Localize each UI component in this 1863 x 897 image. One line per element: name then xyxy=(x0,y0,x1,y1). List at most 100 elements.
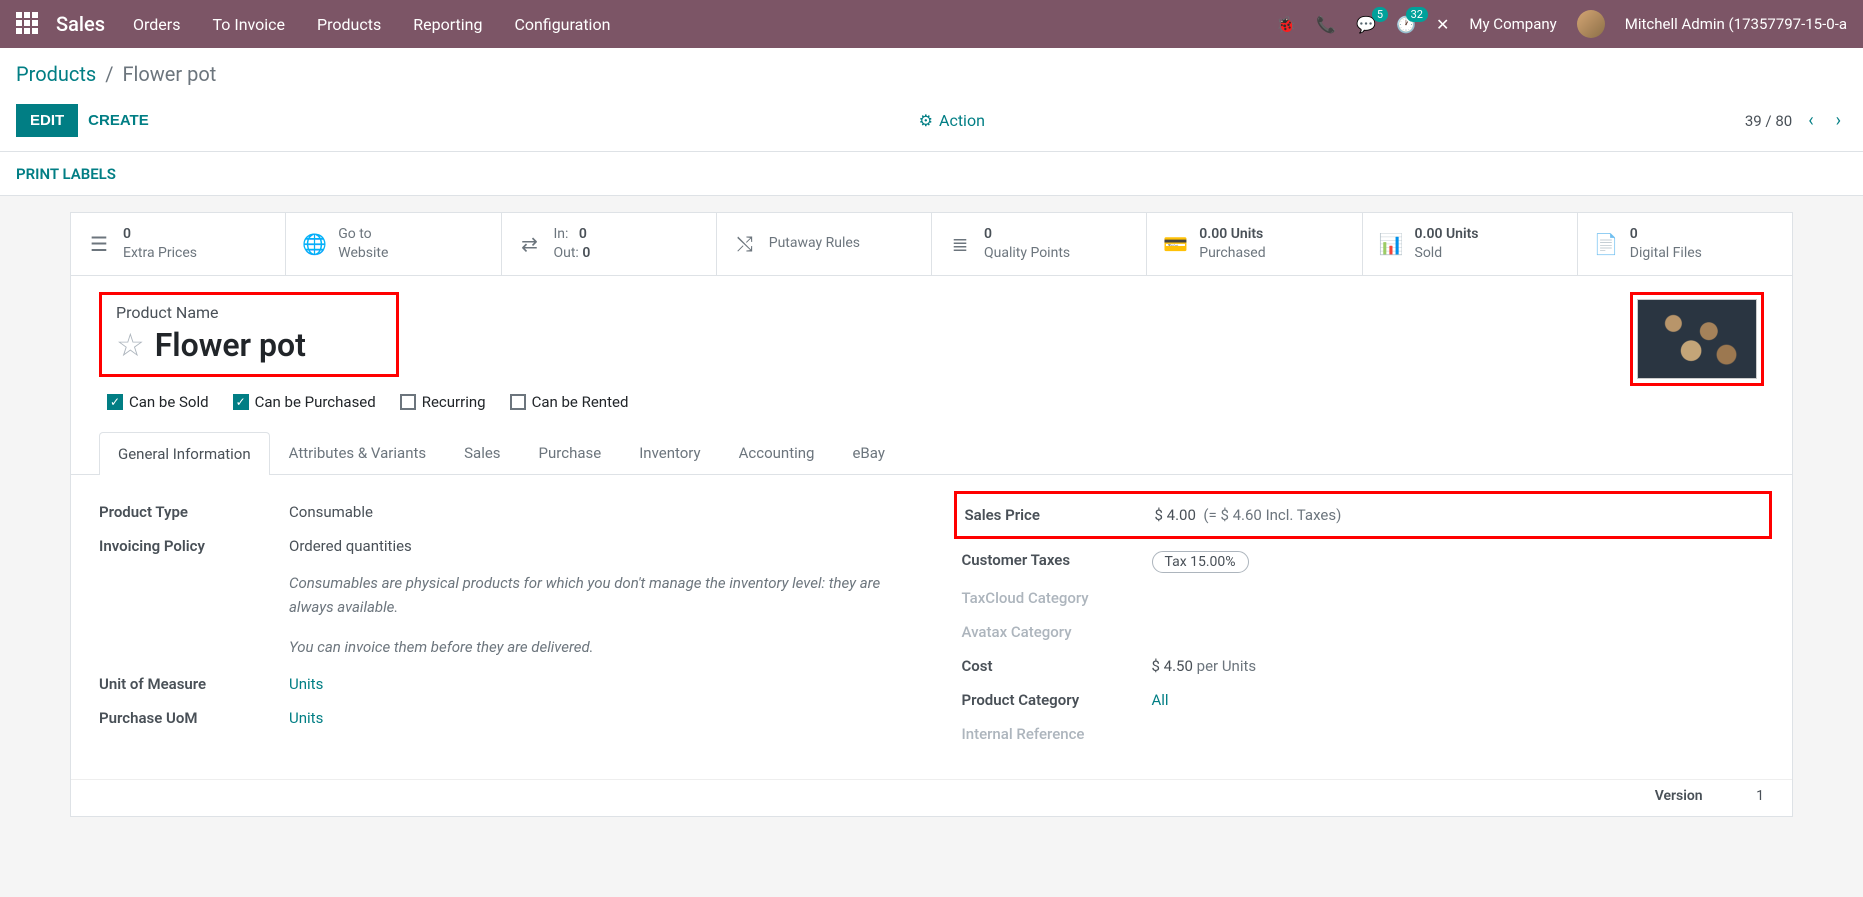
phone-icon[interactable]: 📞 xyxy=(1316,15,1336,34)
form-right: Sales Price $ 4.00 (= $ 4.60 Incl. Taxes… xyxy=(962,495,1765,751)
activity-icon[interactable]: 🕐32 xyxy=(1396,15,1416,34)
top-nav: Sales Orders To Invoice Products Reporti… xyxy=(0,0,1863,48)
breadcrumb-sep: / xyxy=(105,62,113,86)
bug-icon[interactable]: 🐞 xyxy=(1276,15,1296,34)
check-can-be-rented[interactable]: Can be Rented xyxy=(510,393,629,411)
checkbox-off-icon xyxy=(510,394,526,410)
version-value: 1 xyxy=(1756,788,1764,804)
menu-reporting[interactable]: Reporting xyxy=(413,15,482,34)
company-selector[interactable]: My Company xyxy=(1469,15,1556,33)
checkbox-off-icon xyxy=(400,394,416,410)
form-left: Product Type Consumable Invoicing Policy… xyxy=(99,495,902,751)
activity-badge: 32 xyxy=(1406,7,1428,22)
product-card: ☰ 0Extra Prices 🌐 Go toWebsite ⇄ In: 0Ou… xyxy=(70,212,1793,817)
breadcrumb-parent[interactable]: Products xyxy=(16,62,96,86)
product-name-label: Product Name xyxy=(116,303,382,322)
help-consumables-1: Consumables are physical products for wh… xyxy=(99,563,902,627)
create-button[interactable]: CREATE xyxy=(78,104,159,137)
field-uom: Unit of Measure Units xyxy=(99,667,902,701)
shuffle-icon: ⤭ xyxy=(733,232,757,256)
main-menu: Orders To Invoice Products Reporting Con… xyxy=(133,15,1276,34)
avatar[interactable] xyxy=(1577,10,1605,38)
apps-icon[interactable] xyxy=(16,12,40,36)
pager-prev[interactable]: ‹ xyxy=(1802,110,1819,131)
tax-pill[interactable]: Tax 15.00% xyxy=(1152,551,1249,573)
tab-sales[interactable]: Sales xyxy=(445,431,519,474)
pager: 39 / 80 ‹ › xyxy=(1745,110,1847,131)
pager-text: 39 / 80 xyxy=(1745,112,1792,130)
edit-button[interactable]: EDIT xyxy=(16,104,78,137)
product-header: Product Name ☆ Flower pot xyxy=(71,276,1792,377)
breadcrumb-row: Products / Flower pot xyxy=(0,48,1863,94)
field-avatax-category: Avatax Category xyxy=(962,615,1765,649)
field-product-category: Product Category All xyxy=(962,683,1765,717)
help-consumables-2: You can invoice them before they are del… xyxy=(99,627,902,667)
list-icon: ☰ xyxy=(87,232,111,256)
product-image[interactable] xyxy=(1637,299,1757,379)
favorite-star-icon[interactable]: ☆ xyxy=(116,326,145,364)
stat-sold[interactable]: 📊 0.00 UnitsSold xyxy=(1363,213,1578,275)
breadcrumb-current: Flower pot xyxy=(122,62,216,86)
menu-products[interactable]: Products xyxy=(317,15,381,34)
pager-next[interactable]: › xyxy=(1830,110,1847,131)
menu-configuration[interactable]: Configuration xyxy=(514,15,610,34)
messages-badge: 5 xyxy=(1372,7,1388,22)
checkbox-on-icon: ✓ xyxy=(107,394,123,410)
stat-purchased[interactable]: 💳 0.00 UnitsPurchased xyxy=(1147,213,1362,275)
card-icon: 💳 xyxy=(1163,232,1187,256)
stat-extra-prices[interactable]: ☰ 0Extra Prices xyxy=(71,213,286,275)
sales-price-highlight: Sales Price $ 4.00 (= $ 4.60 Incl. Taxes… xyxy=(954,491,1773,539)
tab-ebay[interactable]: eBay xyxy=(833,431,903,474)
field-cost: Cost $ 4.50 per Units xyxy=(962,649,1765,683)
tab-general-information[interactable]: General Information xyxy=(99,432,270,475)
tab-attributes-variants[interactable]: Attributes & Variants xyxy=(270,431,445,474)
menu-to-invoice[interactable]: To Invoice xyxy=(212,15,285,34)
topnav-right: 🐞 📞 💬5 🕐32 ✕ My Company Mitchell Admin (… xyxy=(1276,10,1847,38)
stat-digital-files[interactable]: 📄 0Digital Files xyxy=(1578,213,1792,275)
bars-icon: 📊 xyxy=(1379,232,1403,256)
app-brand[interactable]: Sales xyxy=(56,12,105,36)
exchange-icon: ⇄ xyxy=(518,232,542,256)
breadcrumb: Products / Flower pot xyxy=(16,62,1847,86)
field-product-type: Product Type Consumable xyxy=(99,495,902,529)
print-labels-button[interactable]: PRINT LABELS xyxy=(16,165,116,183)
menu-orders[interactable]: Orders xyxy=(133,15,180,34)
stat-putaway[interactable]: ⤭ Putaway Rules xyxy=(717,213,932,275)
field-taxcloud-category: TaxCloud Category xyxy=(962,581,1765,615)
check-can-be-sold[interactable]: ✓Can be Sold xyxy=(107,393,209,411)
stat-row: ☰ 0Extra Prices 🌐 Go toWebsite ⇄ In: 0Ou… xyxy=(71,213,1792,276)
action-row: EDIT CREATE ⚙ Action 39 / 80 ‹ › xyxy=(0,94,1863,152)
action-dropdown[interactable]: ⚙ Action xyxy=(159,111,1745,130)
version-label: Version xyxy=(1655,788,1703,804)
field-invoicing-policy: Invoicing Policy Ordered quantities xyxy=(99,529,902,563)
form: Product Type Consumable Invoicing Policy… xyxy=(71,475,1792,779)
version-row: Version 1 xyxy=(71,779,1792,816)
checkbox-on-icon: ✓ xyxy=(233,394,249,410)
stat-in-out[interactable]: ⇄ In: 0Out: 0 xyxy=(502,213,717,275)
check-recurring[interactable]: Recurring xyxy=(400,393,486,411)
print-row: PRINT LABELS xyxy=(0,152,1863,196)
content: ☰ 0Extra Prices 🌐 Go toWebsite ⇄ In: 0Ou… xyxy=(0,196,1863,857)
tab-inventory[interactable]: Inventory xyxy=(620,431,719,474)
globe-icon: 🌐 xyxy=(302,232,326,256)
tools-icon[interactable]: ✕ xyxy=(1436,15,1449,34)
list2-icon: ≣ xyxy=(948,232,972,256)
stat-website[interactable]: 🌐 Go toWebsite xyxy=(286,213,501,275)
action-label: Action xyxy=(939,111,985,130)
check-can-be-purchased[interactable]: ✓Can be Purchased xyxy=(233,393,376,411)
product-name: Flower pot xyxy=(155,326,306,364)
gear-icon: ⚙ xyxy=(919,111,933,130)
messages-icon[interactable]: 💬5 xyxy=(1356,15,1376,34)
tabs: General Information Attributes & Variant… xyxy=(71,431,1792,475)
stat-quality[interactable]: ≣ 0Quality Points xyxy=(932,213,1147,275)
field-customer-taxes: Customer Taxes Tax 15.00% xyxy=(962,543,1765,581)
field-purchase-uom: Purchase UoM Units xyxy=(99,701,902,735)
product-flags: ✓Can be Sold ✓Can be Purchased Recurring… xyxy=(71,377,1792,419)
product-name-box: Product Name ☆ Flower pot xyxy=(99,292,399,377)
field-internal-reference: Internal Reference xyxy=(962,717,1765,751)
user-menu[interactable]: Mitchell Admin (17357797-15-0-a xyxy=(1625,15,1847,33)
tab-accounting[interactable]: Accounting xyxy=(720,431,834,474)
field-sales-price: Sales Price $ 4.00 (= $ 4.60 Incl. Taxes… xyxy=(965,498,1762,532)
tab-purchase[interactable]: Purchase xyxy=(520,431,621,474)
file-icon: 📄 xyxy=(1594,232,1618,256)
